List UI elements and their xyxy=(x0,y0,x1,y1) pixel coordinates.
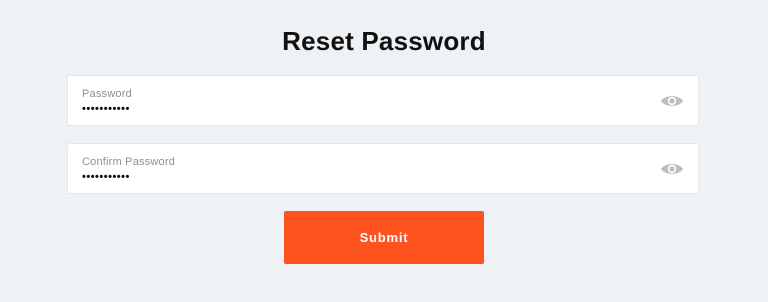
eye-icon[interactable] xyxy=(660,93,684,109)
eye-icon[interactable] xyxy=(660,161,684,177)
confirm-password-field[interactable]: Confirm Password ••••••••••• xyxy=(67,143,699,194)
submit-button[interactable]: Submit xyxy=(284,211,484,264)
confirm-password-value[interactable]: ••••••••••• xyxy=(82,171,130,184)
password-field[interactable]: Password ••••••••••• xyxy=(67,75,699,126)
password-label: Password xyxy=(82,88,132,100)
password-value[interactable]: ••••••••••• xyxy=(82,103,130,116)
page-title: Reset Password xyxy=(282,26,486,56)
confirm-password-label: Confirm Password xyxy=(82,156,176,168)
